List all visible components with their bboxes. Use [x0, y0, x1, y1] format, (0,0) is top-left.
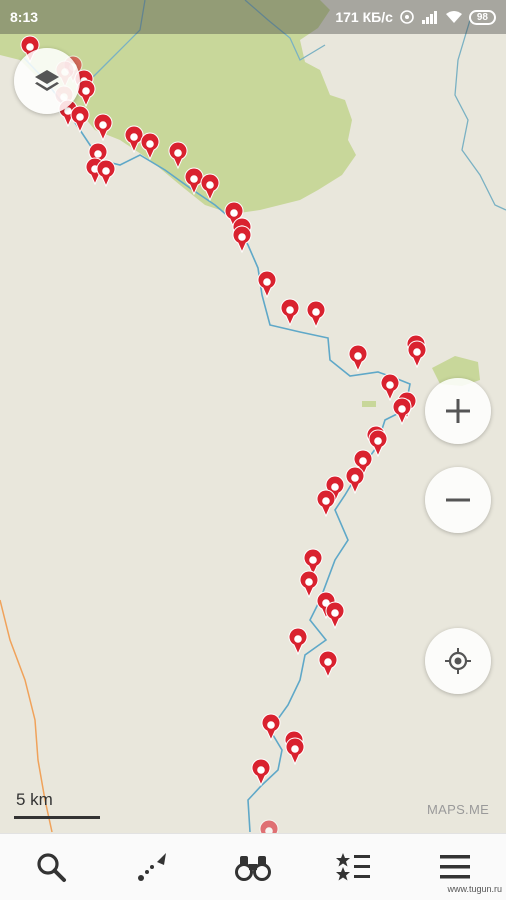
- search-icon: [36, 853, 66, 882]
- bookmarks-button[interactable]: [324, 837, 384, 897]
- layers-button[interactable]: [14, 48, 80, 114]
- map-marker[interactable]: [299, 570, 319, 599]
- status-bar: 8:13 171 КБ/с 98: [0, 0, 506, 34]
- minus-icon: [446, 498, 470, 502]
- map-marker[interactable]: [70, 105, 90, 134]
- map-marker[interactable]: [368, 429, 388, 458]
- scale-label: 5 km: [16, 790, 53, 809]
- map-marker[interactable]: [325, 601, 345, 630]
- battery-icon: 98: [468, 9, 496, 25]
- clock: 8:13: [10, 9, 39, 25]
- bottom-navigation: [0, 833, 506, 900]
- map-marker[interactable]: [285, 737, 305, 766]
- status-icons: 171 КБ/с 98: [335, 9, 496, 25]
- route-button[interactable]: [122, 837, 182, 897]
- map-marker[interactable]: [306, 300, 326, 329]
- discovery-button[interactable]: [223, 837, 283, 897]
- map-marker[interactable]: [261, 713, 281, 742]
- map-marker[interactable]: [93, 113, 113, 142]
- brand-label: MAPS.ME: [427, 802, 490, 817]
- map-canvas[interactable]: [0, 0, 506, 900]
- my-position-button[interactable]: [425, 628, 491, 694]
- signal-icon: [421, 11, 437, 24]
- scale-bar: [14, 816, 100, 819]
- border-line-east: [454, 19, 506, 211]
- forest-patch-small: [362, 401, 376, 407]
- map-marker[interactable]: [316, 489, 336, 518]
- network-speed: 171 КБ/с: [335, 9, 393, 25]
- wifi-icon: [445, 11, 462, 23]
- map-marker[interactable]: [380, 373, 400, 402]
- layers-icon: [35, 70, 59, 91]
- plus-icon: [446, 399, 470, 423]
- zoom-out-button[interactable]: [425, 467, 491, 533]
- map-marker[interactable]: [232, 225, 252, 254]
- map-marker[interactable]: [257, 270, 277, 299]
- map-marker[interactable]: [407, 340, 427, 369]
- map-marker[interactable]: [348, 344, 368, 373]
- bookmarks-icon: [336, 853, 371, 881]
- map-marker[interactable]: [96, 159, 116, 188]
- route-icon: [137, 853, 166, 881]
- discovery-binoculars-icon: [234, 856, 271, 881]
- zoom-in-button[interactable]: [425, 378, 491, 444]
- map-marker[interactable]: [318, 650, 338, 679]
- location-target-icon: [445, 648, 471, 674]
- watermark: www.tugun.ru: [447, 884, 502, 894]
- menu-icon: [440, 855, 471, 879]
- map-marker[interactable]: [288, 627, 308, 656]
- search-button[interactable]: [21, 837, 81, 897]
- hotspot-icon: [400, 10, 414, 24]
- map-marker[interactable]: [392, 397, 412, 426]
- map-marker[interactable]: [280, 298, 300, 327]
